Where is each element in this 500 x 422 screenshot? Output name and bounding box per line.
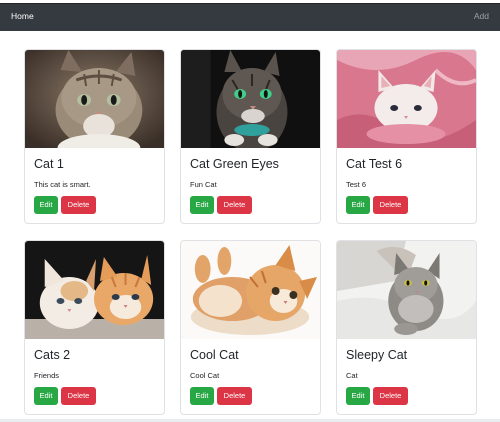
- card-actions: Edit Delete: [190, 196, 252, 214]
- navbar: Home Add: [0, 3, 500, 31]
- edit-button[interactable]: Edit: [346, 196, 370, 214]
- card-text: Cool Cat: [190, 371, 220, 380]
- cat-image: [337, 50, 476, 148]
- edit-button[interactable]: Edit: [190, 196, 214, 214]
- page: Home Add Cat 1 This cat is smart. Edit D…: [0, 0, 500, 422]
- cat-card: Cats 2 Friends Edit Delete: [24, 240, 165, 415]
- cat-card-grid: Cat 1 This cat is smart. Edit Delete Cat…: [24, 49, 477, 415]
- delete-button[interactable]: Delete: [61, 196, 96, 214]
- card-title: Cool Cat: [190, 348, 239, 362]
- card-actions: Edit Delete: [190, 387, 252, 405]
- card-text: This cat is smart.: [34, 180, 91, 189]
- edit-button[interactable]: Edit: [190, 387, 214, 405]
- card-actions: Edit Delete: [346, 387, 408, 405]
- cat-card: Sleepy Cat Cat Edit Delete: [336, 240, 477, 415]
- cat-card: Cat Test 6 Test 6 Edit Delete: [336, 49, 477, 224]
- card-text: Friends: [34, 371, 60, 380]
- orange-kitten-image: [181, 241, 320, 339]
- cat-image: [337, 241, 476, 339]
- card-actions: Edit Delete: [34, 387, 96, 405]
- card-actions: Edit Delete: [34, 196, 96, 214]
- card-actions: Edit Delete: [346, 196, 408, 214]
- cat-image: [181, 241, 320, 339]
- cat-card: Cat Green Eyes Fun Cat Edit Delete: [180, 49, 321, 224]
- two-kittens-image: [25, 241, 164, 339]
- edit-button[interactable]: Edit: [346, 387, 370, 405]
- cat-image: [25, 241, 164, 339]
- edit-button[interactable]: Edit: [34, 387, 58, 405]
- cat-card: Cool Cat Cool Cat Edit Delete: [180, 240, 321, 415]
- cat-card: Cat 1 This cat is smart. Edit Delete: [24, 49, 165, 224]
- cat-image: [181, 50, 320, 148]
- green-eyed-cat-image: [181, 50, 320, 148]
- card-title: Cat Test 6: [346, 157, 403, 171]
- delete-button[interactable]: Delete: [61, 387, 96, 405]
- nav-home-link[interactable]: Home: [11, 11, 34, 21]
- card-title: Cat 1: [34, 157, 64, 171]
- delete-button[interactable]: Delete: [373, 196, 408, 214]
- card-title: Sleepy Cat: [346, 348, 408, 362]
- card-title: Cats 2: [34, 348, 71, 362]
- card-text: Fun Cat: [190, 180, 217, 189]
- sleepy-cat-image: [337, 241, 476, 339]
- card-title: Cat Green Eyes: [190, 157, 279, 171]
- delete-button[interactable]: Delete: [373, 387, 408, 405]
- white-kitten-image: [337, 50, 476, 148]
- delete-button[interactable]: Delete: [217, 387, 252, 405]
- card-text: Test 6: [346, 180, 367, 189]
- tabby-cat-image: [25, 50, 164, 148]
- cat-image: [25, 50, 164, 148]
- delete-button[interactable]: Delete: [217, 196, 252, 214]
- nav-add-link[interactable]: Add: [474, 11, 489, 21]
- card-text: Cat: [346, 371, 358, 380]
- edit-button[interactable]: Edit: [34, 196, 58, 214]
